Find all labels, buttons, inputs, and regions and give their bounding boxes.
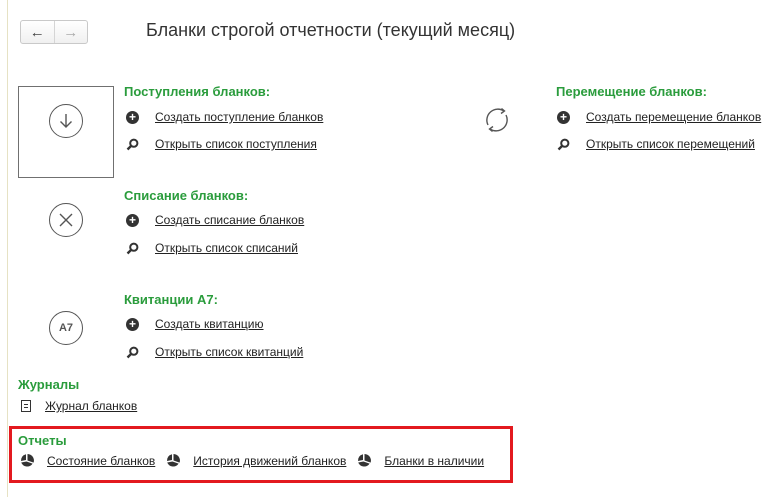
movement-heading: Перемещение бланков: [556, 84, 707, 99]
create-receipt-link[interactable]: Создать поступление бланков [155, 110, 323, 124]
arrow-left-icon: ← [29, 23, 45, 41]
magnifier-icon [126, 346, 139, 359]
report-item[interactable]: Состояние бланков [20, 453, 155, 468]
create-receipt-action[interactable]: + Создать поступление бланков [126, 110, 323, 124]
report-history-link[interactable]: История движений бланков [193, 454, 346, 468]
magnifier-icon [557, 138, 570, 151]
pie-chart-icon [20, 453, 35, 468]
plus-circle-icon: + [126, 213, 139, 227]
plus-circle-icon: + [126, 317, 139, 331]
create-a7-link[interactable]: Создать квитанцию [155, 317, 264, 331]
open-a7-list-link[interactable]: Открыть список квитанций [155, 345, 303, 359]
arrow-right-icon: → [63, 23, 79, 41]
open-writeoff-list-link[interactable]: Открыть список списаний [155, 241, 298, 255]
cycle-arrows-icon [480, 103, 514, 137]
report-item[interactable]: Бланки в наличии [357, 453, 484, 468]
reports-heading: Отчеты [18, 433, 67, 448]
plus-circle-icon: + [126, 110, 139, 124]
back-button[interactable]: ← [21, 21, 54, 43]
document-icon [21, 400, 31, 412]
a7-icon: А7 [49, 311, 83, 345]
left-border-line [7, 0, 8, 497]
plus-circle-icon: + [557, 110, 570, 124]
create-a7-action[interactable]: + Создать квитанцию [126, 317, 264, 331]
download-arrow-icon [49, 104, 83, 138]
report-item[interactable]: История движений бланков [166, 453, 346, 468]
journal-item[interactable]: Журнал бланков [21, 399, 137, 413]
open-movement-list-action[interactable]: Открыть список перемещений [557, 137, 755, 151]
pie-chart-icon [357, 453, 372, 468]
open-receipts-list-action[interactable]: Открыть список поступления [126, 137, 317, 151]
page-title: Бланки строгой отчетности (текущий месяц… [146, 20, 516, 40]
create-writeoff-action[interactable]: + Создать списание бланков [126, 213, 304, 227]
receipts-icon-box [18, 86, 114, 178]
pie-chart-icon [166, 453, 181, 468]
open-a7-list-action[interactable]: Открыть список квитанций [126, 345, 303, 359]
cross-circle-icon [49, 203, 83, 237]
open-movement-list-link[interactable]: Открыть список перемещений [586, 137, 755, 151]
writeoff-heading: Списание бланков: [124, 188, 249, 203]
report-state-link[interactable]: Состояние бланков [47, 454, 155, 468]
magnifier-icon [126, 242, 139, 255]
magnifier-icon [126, 138, 139, 151]
create-movement-link[interactable]: Создать перемещение бланков [586, 110, 761, 124]
journal-link[interactable]: Журнал бланков [45, 399, 137, 413]
open-writeoff-list-action[interactable]: Открыть список списаний [126, 241, 298, 255]
journals-heading: Журналы [18, 377, 80, 392]
create-movement-action[interactable]: + Создать перемещение бланков [557, 110, 761, 124]
forward-button[interactable]: → [53, 21, 88, 43]
report-in-stock-link[interactable]: Бланки в наличии [384, 454, 484, 468]
receipts-heading: Поступления бланков: [124, 84, 271, 99]
a7-heading: Квитанции А7: [124, 292, 218, 307]
create-writeoff-link[interactable]: Создать списание бланков [155, 213, 304, 227]
open-receipts-list-link[interactable]: Открыть список поступления [155, 137, 317, 151]
reports-list: Состояние бланков История движений бланк… [20, 453, 495, 468]
navigation-buttons: ← → [20, 20, 88, 44]
